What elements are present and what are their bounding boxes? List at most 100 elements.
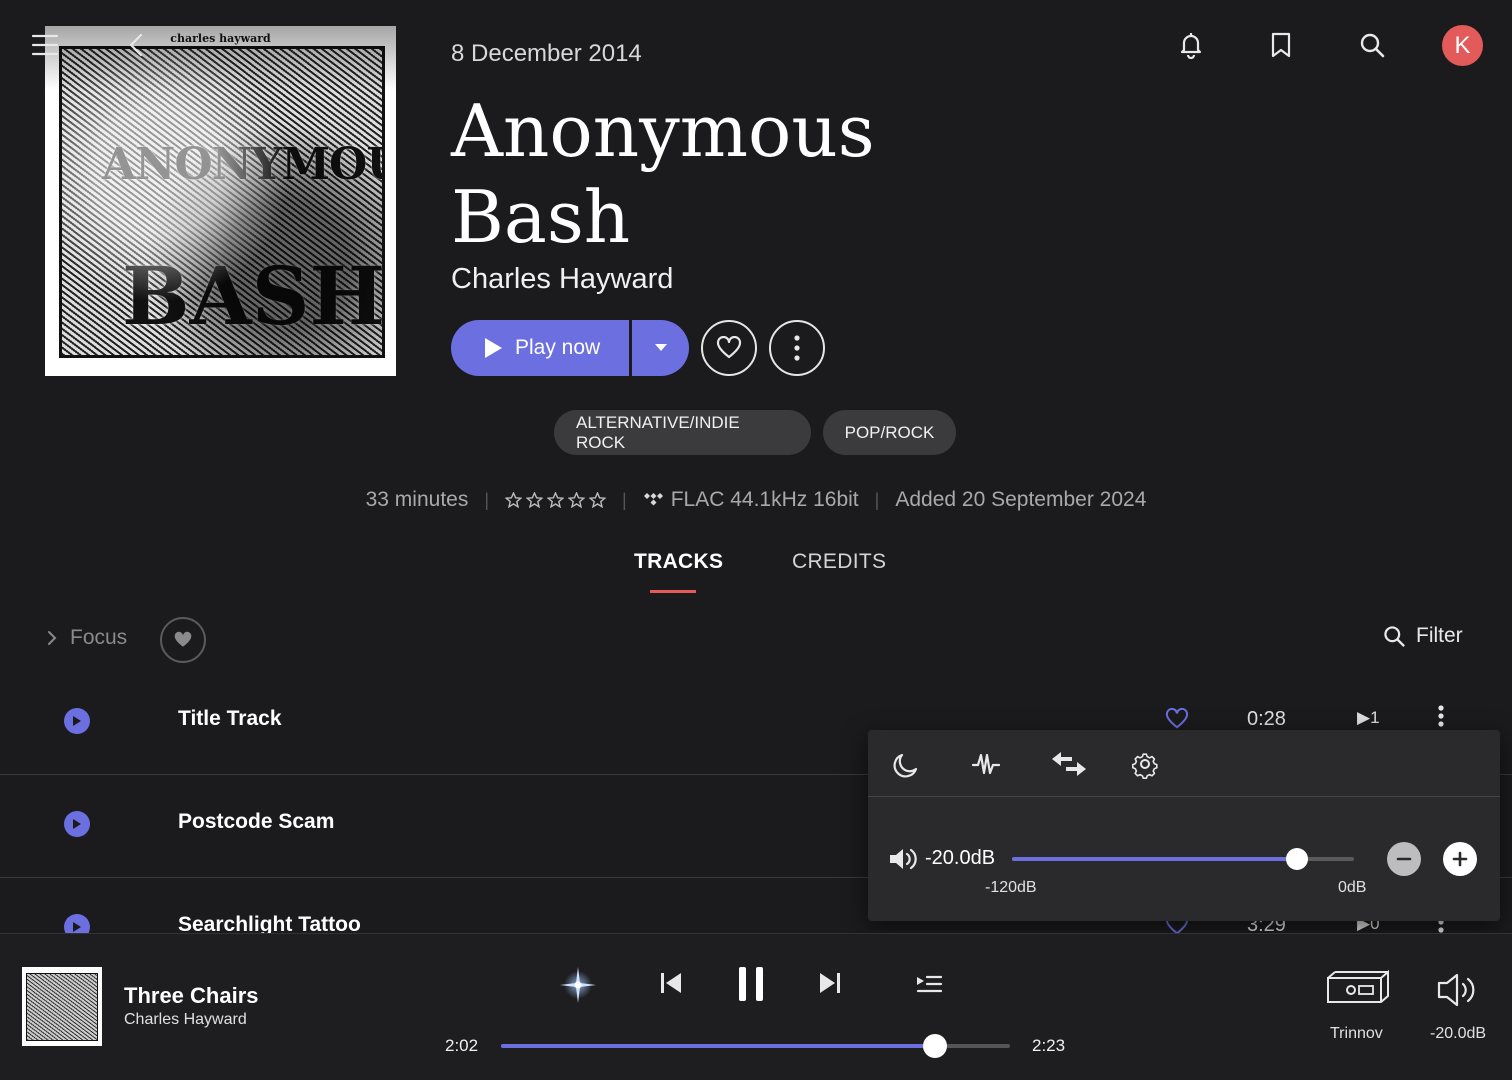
- cover-title-text: ANONYMOUS: [102, 139, 382, 190]
- star-icon: [568, 492, 586, 508]
- settings-gear-icon[interactable]: [1129, 748, 1161, 780]
- vertical-dots-icon: [794, 335, 800, 361]
- chevron-right-icon: [48, 631, 57, 645]
- active-tab-indicator: [650, 590, 696, 593]
- volume-label[interactable]: -20.0dB: [1430, 1025, 1486, 1043]
- now-playing-artist[interactable]: Charles Hayward: [124, 1011, 247, 1029]
- play-icon: [73, 819, 81, 829]
- play-icon: [73, 716, 81, 726]
- cover-artist-text: charles hayward: [170, 32, 271, 45]
- plus-icon: [1452, 851, 1468, 867]
- radio-sparkle-icon[interactable]: [558, 965, 598, 1005]
- seek-bar-handle[interactable]: [923, 1034, 948, 1058]
- release-date: 8 December 2014: [451, 40, 642, 67]
- notification-bell-icon[interactable]: [1173, 27, 1209, 63]
- track-duration: 0:28: [1247, 708, 1286, 730]
- bookmark-icon[interactable]: [1263, 27, 1299, 63]
- menu-icon[interactable]: [30, 30, 60, 60]
- album-cover: ANONYMOUS BASH charles hayward: [45, 26, 396, 376]
- caret-down-icon: [654, 344, 667, 351]
- now-playing-cover[interactable]: [22, 967, 102, 1046]
- track-title: Searchlight Tattoo: [178, 913, 361, 933]
- star-icon: [589, 492, 607, 508]
- filter-label: Filter: [1416, 624, 1463, 647]
- user-avatar[interactable]: K: [1442, 25, 1483, 66]
- seek-bar[interactable]: [501, 1034, 1010, 1058]
- track-play-count: ▶1: [1357, 708, 1380, 727]
- speaker-icon[interactable]: [888, 845, 920, 873]
- volume-slider-fill: [1012, 857, 1297, 861]
- back-arrow-icon[interactable]: [124, 30, 148, 60]
- star-icon: [547, 492, 565, 508]
- search-icon[interactable]: [1354, 27, 1390, 63]
- heart-icon: [716, 336, 742, 359]
- next-track-icon[interactable]: [816, 968, 844, 998]
- transfer-arrows-icon[interactable]: [1049, 748, 1089, 780]
- separator: |: [874, 489, 880, 510]
- separator: |: [484, 489, 490, 510]
- album-art: ANONYMOUS BASH: [59, 46, 385, 358]
- genre-tag[interactable]: POP/ROCK: [823, 410, 956, 455]
- genre-tag[interactable]: ALTERNATIVE/INDIE ROCK: [554, 410, 811, 455]
- tidal-icon: [643, 493, 663, 506]
- separator: |: [622, 489, 627, 510]
- tab-tracks[interactable]: TRACKS: [634, 550, 723, 574]
- volume-min-label: -120dB: [985, 879, 1037, 896]
- volume-value: -20.0dB: [925, 847, 996, 869]
- volume-popup: -20.0dB -120dB 0dB: [868, 730, 1500, 921]
- play-icon: [485, 338, 502, 358]
- track-play-count-value: 1: [1370, 708, 1380, 727]
- album-meta-row: 33 minutes | | FLAC 44.1kHz 16bit | Adde…: [0, 488, 1512, 512]
- artist-link[interactable]: Charles Hayward: [451, 263, 673, 296]
- filter-button[interactable]: Filter: [1382, 624, 1463, 648]
- track-play-button[interactable]: [64, 708, 90, 734]
- play-icon: [73, 922, 81, 932]
- minus-icon: [1396, 857, 1412, 861]
- volume-slider-handle[interactable]: [1285, 848, 1308, 870]
- album-duration: 33 minutes: [365, 488, 469, 511]
- elapsed-time: 2:02: [445, 1036, 479, 1055]
- sleep-timer-moon-icon[interactable]: [891, 748, 923, 780]
- audio-options-bar: [868, 730, 1500, 797]
- now-playing-art: [26, 973, 98, 1041]
- total-time: 2:23: [1032, 1036, 1066, 1055]
- volume-slider[interactable]: [1012, 848, 1354, 870]
- seek-bar-fill: [501, 1044, 936, 1048]
- track-title: Postcode Scam: [178, 810, 335, 833]
- album-title: Anonymous Bash: [451, 89, 875, 259]
- track-play-button[interactable]: [64, 914, 90, 933]
- previous-track-icon[interactable]: [657, 968, 685, 998]
- cover-bash-text: BASH: [122, 249, 385, 343]
- date-added: Added 20 September 2024: [895, 488, 1147, 511]
- play-options-dropdown[interactable]: [632, 320, 689, 376]
- track-heart-icon[interactable]: [1164, 708, 1190, 730]
- search-icon: [1384, 626, 1405, 647]
- track-more-icon[interactable]: [1436, 704, 1446, 728]
- now-playing-title[interactable]: Three Chairs: [124, 983, 259, 1009]
- track-title: Title Track: [178, 707, 282, 730]
- focus-label: Focus: [70, 626, 128, 649]
- more-options-button[interactable]: [769, 320, 825, 376]
- output-device-label[interactable]: Trinnov: [1330, 1025, 1383, 1043]
- play-now-button[interactable]: Play now: [451, 320, 629, 376]
- star-rating[interactable]: [505, 492, 607, 508]
- star-icon: [526, 492, 544, 508]
- favorite-button[interactable]: [701, 320, 757, 376]
- queue-icon[interactable]: [914, 970, 944, 998]
- audio-quality: FLAC 44.1kHz 16bit: [643, 488, 859, 512]
- volume-max-label: 0dB: [1338, 879, 1367, 896]
- pause-icon[interactable]: [734, 964, 768, 1004]
- star-icon: [505, 492, 523, 508]
- focus-toggle[interactable]: Focus: [46, 626, 127, 650]
- volume-increase-button[interactable]: [1443, 842, 1477, 876]
- volume-icon[interactable]: [1436, 970, 1482, 1010]
- tab-credits[interactable]: CREDITS: [792, 550, 886, 574]
- favorites-filter-button[interactable]: [160, 617, 206, 663]
- dsp-waveform-icon[interactable]: [970, 748, 1002, 780]
- volume-decrease-button[interactable]: [1387, 842, 1421, 876]
- heart-icon: [174, 631, 192, 647]
- output-device-icon[interactable]: [1325, 970, 1391, 1010]
- audio-quality-text: FLAC 44.1kHz 16bit: [670, 488, 859, 511]
- play-now-label: Play now: [515, 336, 601, 359]
- track-play-button[interactable]: [64, 811, 90, 837]
